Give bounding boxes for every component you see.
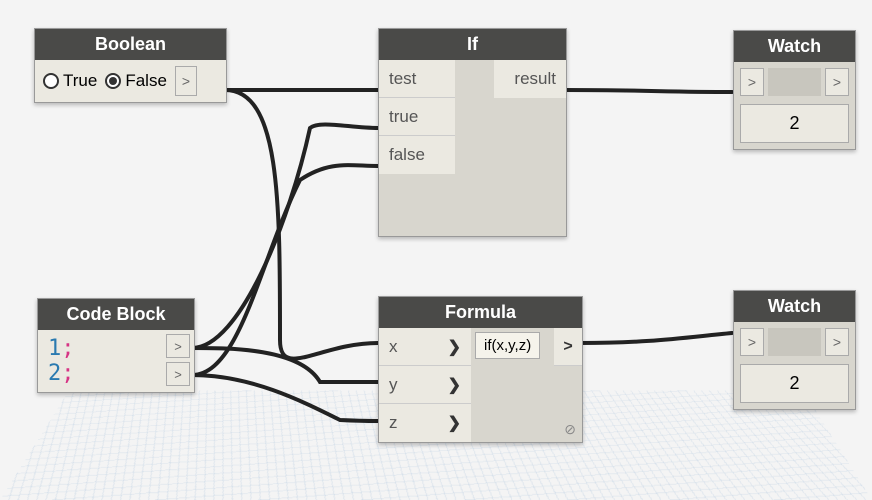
status-icon: ⊘ <box>564 421 576 438</box>
node-title: Watch <box>734 291 855 322</box>
boolean-body: True False > <box>35 60 226 102</box>
chevron-right-icon: ❯ <box>448 375 461 395</box>
if-body: test true false result <box>379 60 566 236</box>
codeblock-body: 1; 2; > > <box>38 330 194 392</box>
chevron-right-icon: ❯ <box>448 337 461 357</box>
output-port-result[interactable]: > <box>554 328 582 366</box>
watch-node-2[interactable]: Watch > > 2 <box>733 290 856 410</box>
output-port-result[interactable]: result <box>494 60 566 98</box>
spacer <box>768 68 821 96</box>
radio-icon <box>105 73 121 89</box>
output-port[interactable]: > <box>175 66 197 96</box>
formula-body: x❯ y❯ z❯ if(x,y,z) > ⊘ <box>379 328 582 442</box>
watch-node-1[interactable]: Watch > > 2 <box>733 30 856 150</box>
input-port[interactable]: > <box>740 68 764 96</box>
node-title: Boolean <box>35 29 226 60</box>
chevron-right-icon: ❯ <box>448 413 461 433</box>
node-title: If <box>379 29 566 60</box>
radio-true[interactable]: True <box>43 71 97 91</box>
node-title: Watch <box>734 31 855 62</box>
input-port[interactable]: > <box>740 328 764 356</box>
input-port-true[interactable]: true <box>379 98 455 136</box>
output-ports: > > <box>166 334 190 388</box>
input-port-false[interactable]: false <box>379 136 455 174</box>
output-port[interactable]: > <box>825 68 849 96</box>
radio-icon <box>43 73 59 89</box>
boolean-node[interactable]: Boolean True False > <box>34 28 227 103</box>
output-port-1[interactable]: > <box>166 334 190 358</box>
formula-node[interactable]: Formula x❯ y❯ z❯ if(x,y,z) > ⊘ <box>378 296 583 443</box>
node-title: Formula <box>379 297 582 328</box>
output-port[interactable]: > <box>825 328 849 356</box>
formula-expression[interactable]: if(x,y,z) <box>475 332 540 359</box>
input-port-y[interactable]: y❯ <box>379 366 471 404</box>
watch-value: 2 <box>740 104 849 143</box>
if-node[interactable]: If test true false result <box>378 28 567 237</box>
input-port-x[interactable]: x❯ <box>379 328 471 366</box>
codeblock-node[interactable]: Code Block 1; 2; > > <box>37 298 195 393</box>
code-text[interactable]: 1; 2; <box>42 334 81 388</box>
code-line-1: 1; <box>48 336 75 361</box>
node-title: Code Block <box>38 299 194 330</box>
radio-false[interactable]: False <box>105 71 167 91</box>
radio-label: True <box>63 71 97 91</box>
input-port-test[interactable]: test <box>379 60 455 98</box>
watch-body: > > 2 <box>734 322 855 409</box>
radio-label: False <box>125 71 167 91</box>
code-line-2: 2; <box>48 361 75 386</box>
chevron-right-icon: > <box>563 338 572 356</box>
watch-value: 2 <box>740 364 849 403</box>
input-port-z[interactable]: z❯ <box>379 404 471 442</box>
watch-body: > > 2 <box>734 62 855 149</box>
output-port-2[interactable]: > <box>166 362 190 386</box>
spacer <box>768 328 821 356</box>
